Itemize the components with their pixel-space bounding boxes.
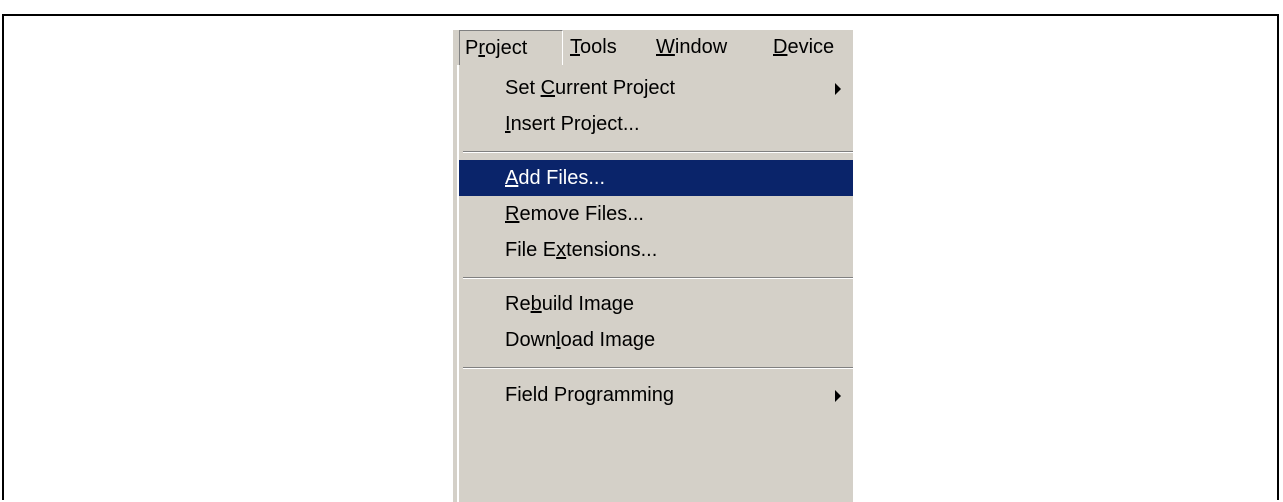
- menu-project[interactable]: Project: [459, 30, 563, 65]
- menu-item-insert-project[interactable]: Insert Project...: [459, 106, 853, 142]
- menu-tools[interactable]: Tools: [570, 30, 617, 65]
- menu-item-label: Insert Project...: [505, 113, 640, 135]
- menu-item-set-current-project[interactable]: Set Current Project: [459, 70, 853, 106]
- menu-item-label: Remove Files...: [505, 203, 644, 225]
- menu-window[interactable]: Window: [656, 30, 727, 65]
- submenu-arrow-icon: [835, 390, 841, 402]
- menu-item-label: File Extensions...: [505, 239, 658, 261]
- menu-item-label: Set Current Project: [505, 77, 676, 99]
- project-dropdown-menu: Set Current Project Insert Project... Ad…: [457, 65, 853, 502]
- menu-item-label: Add Files...: [505, 167, 606, 189]
- menu-separator: [463, 367, 853, 369]
- menu-item-add-files[interactable]: Add Files...: [459, 160, 853, 196]
- menu-separator: [463, 151, 853, 153]
- menu-item-label: Rebuild Image: [505, 293, 634, 315]
- menu-item-file-extensions[interactable]: File Extensions...: [459, 232, 853, 268]
- menu-item-rebuild-image[interactable]: Rebuild Image: [459, 286, 853, 322]
- menu-item-download-image[interactable]: Download Image: [459, 322, 853, 358]
- menu-device[interactable]: Device: [773, 30, 834, 65]
- menu-item-label: Download Image: [505, 329, 656, 351]
- menu-bar: Project Tools Window Device: [453, 30, 853, 65]
- menu-item-field-programming[interactable]: Field Programming: [459, 377, 853, 413]
- submenu-arrow-icon: [835, 83, 841, 95]
- menu-item-remove-files[interactable]: Remove Files...: [459, 196, 853, 232]
- menu-item-label: Field Programming: [505, 384, 674, 406]
- screenshot-region: Project Tools Window Device Set Current …: [453, 30, 853, 502]
- menu-separator: [463, 277, 853, 279]
